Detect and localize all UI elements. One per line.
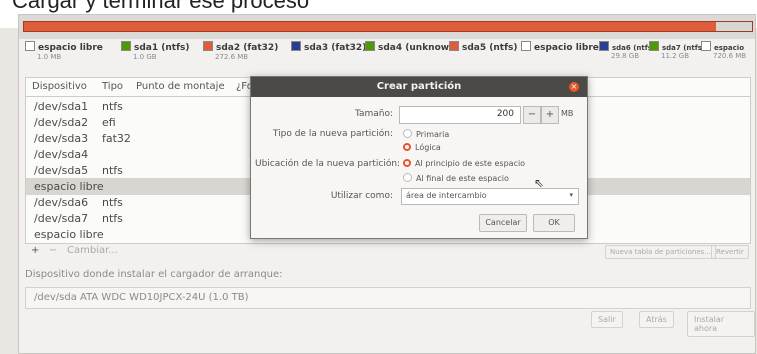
- row-device: /dev/sda4: [34, 148, 89, 161]
- back-button[interactable]: Atrás: [639, 311, 674, 328]
- size-value: 200: [496, 109, 514, 119]
- legend-swatch: [599, 41, 609, 51]
- bootloader-select[interactable]: /dev/sda ATA WDC WD10JPCX-24U (1.0 TB): [25, 287, 751, 309]
- legend-item: sda2 (fat32) 272.6 MB: [203, 41, 278, 61]
- legend-item: sda3 (fat32): [291, 41, 366, 53]
- legend-swatch: [649, 41, 659, 51]
- disk-legend: espacio libre 1.0 MB sda1 (ntfs) 1.0 GB sd…: [25, 41, 755, 75]
- row-device: /dev/sda7: [34, 212, 89, 225]
- row-type: ntfs: [102, 100, 123, 113]
- row-type: ntfs: [102, 164, 123, 177]
- size-increment-button[interactable]: +: [541, 106, 559, 124]
- legend-item: sda5 (ntfs): [449, 41, 517, 53]
- dialog-title: Crear partición: [251, 77, 587, 97]
- size-label: Tamaño:: [354, 109, 393, 119]
- disk-bar-area: [19, 15, 755, 39]
- location-end-radio[interactable]: Al final de este espacio: [403, 173, 509, 183]
- row-type: ntfs: [102, 212, 123, 225]
- row-device: /dev/sda1: [34, 100, 89, 113]
- quit-button[interactable]: Salir: [591, 311, 623, 328]
- row-device: /dev/sda5: [34, 164, 89, 177]
- row-type: efi: [102, 116, 116, 129]
- legend-swatch: [365, 41, 375, 51]
- use-as-dropdown[interactable]: área de intercambio ▾: [401, 188, 579, 205]
- row-device: espacio libre: [34, 228, 104, 241]
- row-type: ntfs: [102, 196, 123, 209]
- legend-swatch: [291, 41, 301, 51]
- legend-item: sda6 (ntfs) 29.8 GB: [599, 41, 655, 60]
- new-partition-table-button[interactable]: Nueva tabla de particiones...: [605, 245, 716, 259]
- type-primary-radio[interactable]: Primaria: [403, 129, 449, 139]
- caption-text: Cargar y terminar ese proceso: [12, 0, 310, 13]
- change-partition-button[interactable]: Cambiar...: [67, 245, 118, 256]
- header-device[interactable]: Dispositivo: [32, 81, 87, 92]
- row-device: /dev/sda2: [34, 116, 89, 129]
- legend-swatch: [203, 41, 213, 51]
- legend-item: espacio libre 1.0 MB: [25, 41, 103, 61]
- header-type[interactable]: Tipo: [102, 81, 123, 92]
- row-type: fat32: [102, 132, 131, 145]
- legend-swatch: [25, 41, 35, 51]
- revert-button[interactable]: Revertir: [711, 245, 749, 259]
- cancel-button[interactable]: Cancelar: [479, 214, 527, 232]
- partition-toolbar: + − Cambiar... Nueva tabla de particione…: [25, 243, 749, 263]
- size-input[interactable]: 200: [399, 106, 521, 124]
- size-decrement-button[interactable]: −: [523, 106, 541, 124]
- legend-swatch: [521, 41, 531, 51]
- header-mount[interactable]: Punto de montaje: [136, 81, 225, 92]
- legend-swatch: [449, 41, 459, 51]
- use-as-label: Utilizar como:: [330, 191, 393, 201]
- legend-item: sda1 (ntfs) 1.0 GB: [121, 41, 189, 61]
- add-partition-button[interactable]: +: [31, 245, 39, 256]
- bootloader-label: Dispositivo donde instalar el cargador d…: [25, 269, 283, 280]
- row-device: /dev/sda3: [34, 132, 89, 145]
- partition-type-label: Tipo de la nueva partición:: [272, 129, 393, 139]
- type-logical-radio[interactable]: Lógica: [403, 143, 441, 152]
- create-partition-dialog: Crear partición × Tamaño: 200 − + MB Tip…: [250, 76, 588, 239]
- legend-item: espacio libre: [521, 41, 599, 53]
- legend-item: espacio 720.6 MB: [701, 41, 746, 60]
- location-start-radio[interactable]: Al principio de este espacio: [403, 159, 525, 168]
- row-device: /dev/sda6: [34, 196, 89, 209]
- install-now-button[interactable]: Instalar ahora: [687, 311, 755, 337]
- row-device: espacio libre: [34, 180, 104, 193]
- size-unit: MB: [561, 109, 574, 118]
- legend-item: sda7 (ntfs) 11.2 GB: [649, 41, 705, 60]
- legend-item: sda4 (unknown): [365, 41, 460, 53]
- chevron-down-icon: ▾: [569, 191, 573, 199]
- disk-usage-bar: [23, 21, 753, 32]
- bootloader-value: /dev/sda ATA WDC WD10JPCX-24U (1.0 TB): [34, 292, 249, 303]
- partition-location-label: Ubicación de la nueva partición:: [255, 159, 401, 169]
- legend-swatch: [121, 41, 131, 51]
- legend-swatch: [701, 41, 711, 51]
- mouse-pointer-icon: ⇖: [534, 176, 545, 190]
- use-as-value: área de intercambio: [406, 191, 487, 200]
- ok-button[interactable]: OK: [533, 214, 575, 232]
- close-icon[interactable]: ×: [569, 82, 579, 92]
- remove-partition-button[interactable]: −: [49, 245, 57, 256]
